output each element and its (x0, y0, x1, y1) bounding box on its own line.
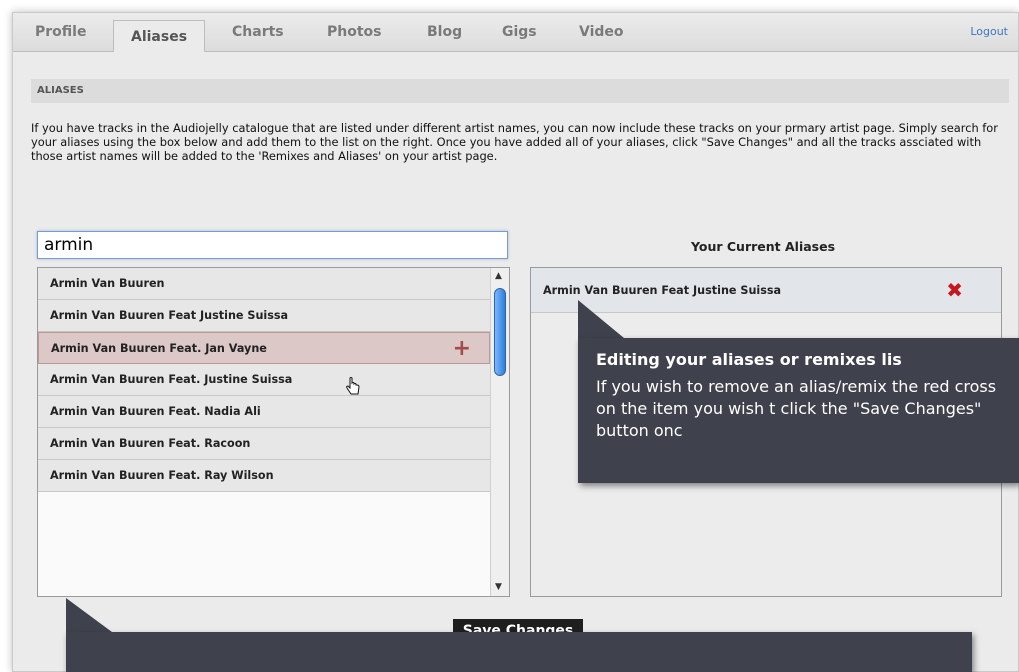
result-item[interactable]: Armin Van Buuren Feat. Racoon (38, 428, 490, 460)
hand-cursor-icon (346, 377, 360, 395)
current-alias-label: Armin Van Buuren Feat Justine Suissa (543, 284, 782, 297)
tab-aliases[interactable]: Aliases (113, 20, 206, 52)
tab-gigs[interactable]: Gigs (502, 24, 537, 40)
result-item-label: Armin Van Buuren Feat. Racoon (50, 437, 251, 450)
current-aliases-title: Your Current Aliases (690, 239, 836, 254)
result-item-label: Armin Van Buuren Feat. Justine Suissa (50, 373, 293, 386)
result-item-label: Armin Van Buuren Feat. Jan Vayne (51, 342, 267, 355)
scroll-down-icon[interactable]: ▼ (495, 582, 502, 592)
scroll-thumb[interactable] (494, 288, 506, 376)
tooltip-pointer (578, 300, 624, 338)
scroll-up-icon[interactable]: ▲ (495, 271, 502, 281)
search-results-list[interactable]: Armin Van Buuren Armin Van Buuren Feat J… (37, 267, 510, 597)
tab-profile[interactable]: Profile (35, 24, 86, 40)
result-item[interactable]: Armin Van Buuren Feat. Ray Wilson (38, 460, 490, 492)
remove-alias-icon[interactable]: ✖ (946, 268, 963, 313)
tab-photos[interactable]: Photos (327, 24, 382, 40)
bottom-tooltip (66, 632, 972, 672)
alias-search-input[interactable] (37, 231, 508, 259)
add-alias-icon[interactable]: + (453, 333, 471, 365)
result-item-label: Armin Van Buuren Feat. Ray Wilson (50, 469, 274, 482)
result-item-label: Armin Van Buuren Feat. Nadia Ali (50, 405, 261, 418)
edit-aliases-tooltip: Editing your aliases or remixes lis If y… (578, 338, 1019, 483)
tab-bar: Profile Aliases Charts Photos Blog Gigs … (13, 13, 1018, 52)
logout-link[interactable]: Logout (970, 25, 1008, 38)
tooltip-title: Editing your aliases or remixes lis (596, 350, 902, 369)
result-item-label: Armin Van Buuren (50, 277, 165, 290)
result-item[interactable]: Armin Van Buuren Feat. Jan Vayne + (38, 332, 490, 364)
section-title: ALIASES (31, 79, 1009, 103)
results-scrollbar[interactable]: ▲ ▼ (490, 268, 509, 596)
tooltip-body: If you wish to remove an alias/remix the… (596, 377, 997, 440)
tab-blog[interactable]: Blog (427, 24, 462, 40)
tab-video[interactable]: Video (579, 24, 624, 40)
result-item[interactable]: Armin Van Buuren (38, 268, 490, 300)
result-item[interactable]: Armin Van Buuren Feat Justine Suissa (38, 300, 490, 332)
tooltip-pointer (66, 598, 112, 632)
result-item[interactable]: Armin Van Buuren Feat. Justine Suissa (38, 364, 490, 396)
tab-charts[interactable]: Charts (232, 24, 284, 40)
result-item-label: Armin Van Buuren Feat Justine Suissa (50, 309, 289, 322)
result-item[interactable]: Armin Van Buuren Feat. Nadia Ali (38, 396, 490, 428)
intro-text: If you have tracks in the Audiojelly cat… (31, 121, 998, 163)
